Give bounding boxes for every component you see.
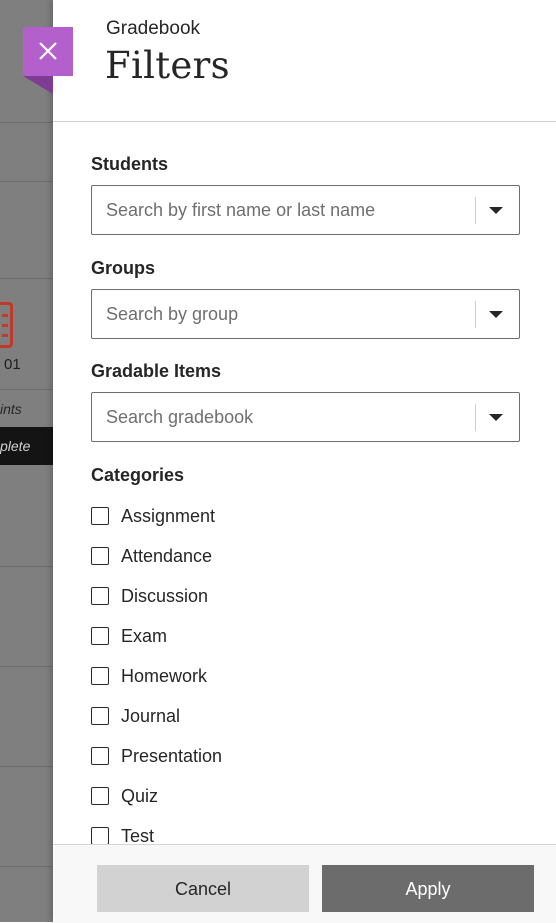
chevron-down-icon[interactable] — [489, 207, 503, 214]
bg-divider — [0, 866, 53, 867]
category-checkbox-presentation[interactable]: Presentation — [91, 744, 222, 768]
checkbox[interactable] — [91, 827, 109, 845]
document-icon — [0, 302, 13, 348]
category-label: Attendance — [121, 545, 213, 566]
checkbox[interactable] — [91, 627, 109, 645]
category-checkbox-exam[interactable]: Exam — [91, 624, 167, 648]
groups-search[interactable] — [91, 289, 520, 339]
filters-panel: Gradebook Filters Students Groups Gradab… — [53, 0, 556, 923]
close-button[interactable] — [23, 27, 73, 76]
checkbox[interactable] — [91, 787, 109, 805]
category-label: Quiz — [121, 785, 159, 806]
close-icon — [39, 42, 57, 60]
checkbox[interactable] — [91, 667, 109, 685]
apply-button[interactable]: Apply — [322, 865, 534, 912]
panel-footer: Cancel Apply — [53, 844, 556, 923]
category-label: Assignment — [121, 505, 216, 526]
category-checkbox-journal[interactable]: Journal — [91, 704, 180, 728]
bg-divider — [0, 389, 53, 390]
groups-search-input[interactable] — [106, 290, 466, 338]
categories-label: Categories — [91, 465, 185, 485]
checkbox[interactable] — [91, 547, 109, 565]
bg-item-number: 01 — [4, 356, 21, 373]
groups-label: Groups — [91, 258, 156, 278]
bg-divider — [0, 766, 53, 767]
category-checkbox-assignment[interactable]: Assignment — [91, 504, 215, 528]
chevron-down-icon[interactable] — [489, 311, 503, 318]
category-checkbox-discussion[interactable]: Discussion — [91, 584, 208, 608]
category-checkbox-attendance[interactable]: Attendance — [91, 544, 212, 568]
category-label: Homework — [121, 665, 208, 686]
chevron-down-icon[interactable] — [489, 414, 503, 421]
dropdown-divider — [475, 404, 476, 431]
bg-divider — [0, 181, 53, 182]
bg-divider — [0, 278, 53, 279]
category-label: Exam — [121, 625, 168, 646]
cancel-button[interactable]: Cancel — [97, 865, 309, 912]
dropdown-divider — [475, 301, 476, 328]
bg-divider — [0, 122, 53, 123]
close-button-fold — [23, 76, 53, 94]
panel-subtitle: Gradebook — [106, 18, 201, 39]
bg-complete-badge: plete — [0, 427, 53, 465]
bg-divider — [0, 666, 53, 667]
students-search-input[interactable] — [106, 186, 466, 234]
bg-points-text: ints — [0, 401, 22, 417]
category-checkbox-homework[interactable]: Homework — [91, 664, 207, 688]
students-label: Students — [91, 154, 169, 174]
panel-header: Gradebook Filters — [53, 0, 556, 122]
checkbox[interactable] — [91, 507, 109, 525]
checkbox[interactable] — [91, 747, 109, 765]
dropdown-divider — [475, 197, 476, 224]
category-label: Presentation — [121, 745, 223, 766]
gradable-items-search[interactable] — [91, 392, 520, 442]
students-search[interactable] — [91, 185, 520, 235]
panel-title: Filters — [105, 44, 230, 87]
category-label: Discussion — [121, 585, 209, 606]
checkbox[interactable] — [91, 587, 109, 605]
gradable-items-label: Gradable Items — [91, 361, 222, 381]
category-checkbox-quiz[interactable]: Quiz — [91, 784, 158, 808]
bg-divider — [0, 566, 53, 567]
gradable-items-search-input[interactable] — [106, 393, 466, 441]
checkbox[interactable] — [91, 707, 109, 725]
category-label: Journal — [121, 705, 181, 726]
